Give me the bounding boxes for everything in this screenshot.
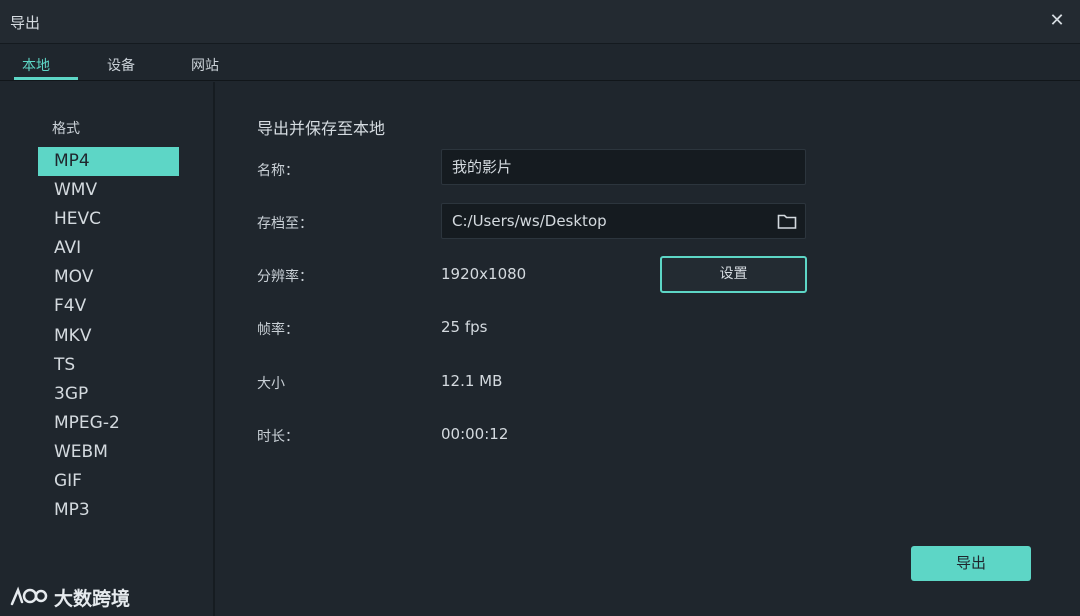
format-item-mov[interactable]: MOV xyxy=(38,263,179,292)
save-label: 存档至： xyxy=(257,216,313,232)
format-item-hevc[interactable]: HEVC xyxy=(38,205,179,234)
format-item-avi[interactable]: AVI xyxy=(38,234,179,263)
format-panel: 格式 MP4 WMV HEVC AVI MOV F4V MKV TS 3GP MPEG-2 WEBM… xyxy=(0,82,215,616)
format-item-mp4[interactable]: MP4 xyxy=(38,147,179,177)
settings-button[interactable]: 设置 xyxy=(660,256,807,293)
close-icon[interactable]: ✕ xyxy=(1046,10,1068,32)
watermark: 大数跨境 xyxy=(8,582,130,612)
resolution-label: 分辨率： xyxy=(257,269,313,285)
watermark-text: 大数跨境 xyxy=(54,587,131,610)
format-item-mkv[interactable]: MKV xyxy=(38,322,179,351)
tab-bar: 本地 设备 网站 xyxy=(0,45,1080,81)
size-label: 大小 xyxy=(257,376,285,392)
export-button[interactable]: 导出 xyxy=(911,546,1031,581)
save-path-input[interactable]: C:/Users/ws/Desktop xyxy=(441,203,806,239)
name-input[interactable]: 我的影片 xyxy=(441,149,806,185)
format-item-3gp[interactable]: 3GP xyxy=(38,380,179,409)
format-item-mp3[interactable]: MP3 xyxy=(38,496,179,525)
format-item-webm[interactable]: WEBM xyxy=(38,438,179,467)
format-item-gif[interactable]: GIF xyxy=(38,467,179,496)
tab-local[interactable]: 本地 xyxy=(22,55,50,75)
format-item-wmv[interactable]: WMV xyxy=(38,176,179,205)
format-label: 格式 xyxy=(52,121,80,137)
format-item-mpeg-2[interactable]: MPEG-2 xyxy=(38,409,179,438)
name-label: 名称： xyxy=(257,163,299,179)
framerate-label: 帧率： xyxy=(257,322,299,338)
main-panel: 导出并保存至本地 名称： 我的影片 存档至： C:/Users/ws/Deskt… xyxy=(217,82,1080,616)
tab-website[interactable]: 网站 xyxy=(191,55,219,75)
name-value: 我的影片 xyxy=(452,158,513,176)
save-path-value: C:/Users/ws/Desktop xyxy=(452,212,607,230)
format-list: MP4 WMV HEVC AVI MOV F4V MKV TS 3GP MPEG-2 WEBM GIF… xyxy=(38,147,179,525)
duration-value: 00:00:12 xyxy=(441,425,509,443)
window-title: 导出 xyxy=(10,14,41,32)
tab-device[interactable]: 设备 xyxy=(107,55,135,75)
format-item-f4v[interactable]: F4V xyxy=(38,292,179,321)
size-value: 12.1 MB xyxy=(441,372,503,390)
active-tab-indicator xyxy=(14,77,78,80)
format-item-ts[interactable]: TS xyxy=(38,351,179,380)
folder-icon[interactable] xyxy=(777,212,797,230)
framerate-value: 25 fps xyxy=(441,318,488,336)
title-bar: 导出 ✕ xyxy=(0,0,1080,44)
section-title: 导出并保存至本地 xyxy=(257,119,386,138)
watermark-logo-icon xyxy=(10,586,48,606)
export-dialog: 导出 ✕ 本地 设备 网站 格式 MP4 WMV HEVC AVI MOV F4V MKV T… xyxy=(0,0,1080,616)
duration-label: 时长： xyxy=(257,429,299,445)
resolution-value: 1920x1080 xyxy=(441,265,527,283)
